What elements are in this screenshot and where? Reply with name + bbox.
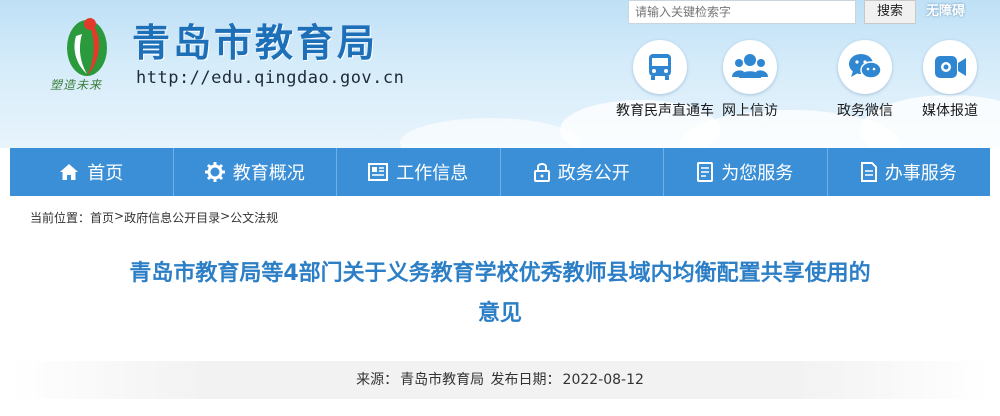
wechat-icon: [849, 54, 882, 79]
quick-link-circle: [838, 40, 892, 94]
nav-item-label: 工作信息: [396, 163, 469, 184]
video-icon: [935, 56, 966, 78]
breadcrumb: 当前位置： 首页 > 政府信息公开目录 > 公文法规: [30, 209, 278, 226]
nav-item-gov-affairs[interactable]: 政务公开: [501, 148, 664, 196]
source-value: 青岛市教育局: [400, 372, 485, 388]
nav-item-home[interactable]: 首页: [10, 148, 174, 196]
quick-link-wechat[interactable]: 政务微信: [821, 40, 909, 120]
article-content: 当前位置： 首页 > 政府信息公开目录 > 公文法规 青岛市教育局等4部门关于义…: [10, 196, 990, 416]
date-value: 2022-08-12: [562, 372, 644, 388]
users-icon: [732, 54, 768, 78]
bus-icon: [649, 54, 671, 80]
document-icon: [697, 162, 714, 182]
breadcrumb-regulations[interactable]: 公文法规: [230, 209, 278, 226]
home-icon: [60, 164, 79, 180]
nav-item-label: 为您服务: [721, 163, 794, 184]
file-icon: [860, 162, 877, 182]
site-title[interactable]: 青岛市教育局: [132, 12, 378, 67]
nav-item-label: 首页: [87, 163, 124, 184]
nav-item-work-info[interactable]: 工作信息: [337, 148, 501, 196]
nav-item-label: 办事服务: [884, 163, 957, 184]
quick-link-complaint-bus[interactable]: 教育民声直通车: [616, 40, 714, 120]
gear-icon: [204, 162, 225, 182]
nav-item-label: 政务公开: [557, 163, 630, 184]
quick-link-label: 政务微信: [837, 103, 893, 119]
breadcrumb-home[interactable]: 首页: [90, 209, 114, 226]
source-label: 来源：: [356, 372, 399, 388]
breadcrumb-prefix: 当前位置：: [30, 211, 91, 225]
article-meta: 来源： 青岛市教育局 发布日期： 2022-08-12: [10, 361, 990, 399]
site-url: http://edu.qingdao.gov.cn: [136, 68, 405, 88]
quick-link-circle: [633, 40, 687, 94]
search-input[interactable]: [628, 0, 856, 24]
breadcrumb-separator: >: [220, 209, 231, 223]
quick-link-label: 教育民声直通车: [616, 103, 714, 119]
nav-item-handle-affairs[interactable]: 办事服务: [828, 148, 991, 196]
accessibility-link[interactable]: 无障碍: [926, 0, 965, 24]
article-title: 青岛市教育局等4部门关于义务教育学校优秀教师县域内均衡配置共享使用的 意见: [50, 254, 950, 334]
search-button[interactable]: 搜索: [864, 0, 916, 24]
newspaper-icon: [368, 163, 389, 181]
logo-motto: 塑造未来: [50, 78, 103, 92]
quick-link-label: 媒体报道: [922, 103, 978, 119]
quick-link-online-petition[interactable]: 网上信访: [706, 40, 794, 120]
quick-link-media[interactable]: 媒体报道: [906, 40, 994, 120]
nav-item-overview[interactable]: 教育概况: [174, 148, 337, 196]
quick-link-label: 网上信访: [722, 103, 778, 119]
article-title-line: 意见: [477, 301, 522, 326]
article-title-line: 青岛市教育局等4部门关于义务教育学校优秀教师县域内均衡配置共享使用的: [129, 261, 871, 286]
date-label: 发布日期：: [490, 372, 561, 388]
breadcrumb-separator: >: [114, 209, 125, 223]
main-nav: 首页 教育概况 工作信息 政务公开 为您服务 办事服务: [10, 148, 990, 196]
breadcrumb-gov-info[interactable]: 政府信息公开目录: [124, 209, 220, 226]
lock-icon: [533, 163, 550, 182]
quick-link-circle: [723, 40, 777, 94]
nav-item-services[interactable]: 为您服务: [664, 148, 828, 196]
quick-link-circle: [923, 40, 977, 94]
nav-item-label: 教育概况: [232, 163, 305, 184]
site-header: 塑造未来 青岛市教育局 http://edu.qingdao.gov.cn 搜索…: [0, 0, 1000, 148]
